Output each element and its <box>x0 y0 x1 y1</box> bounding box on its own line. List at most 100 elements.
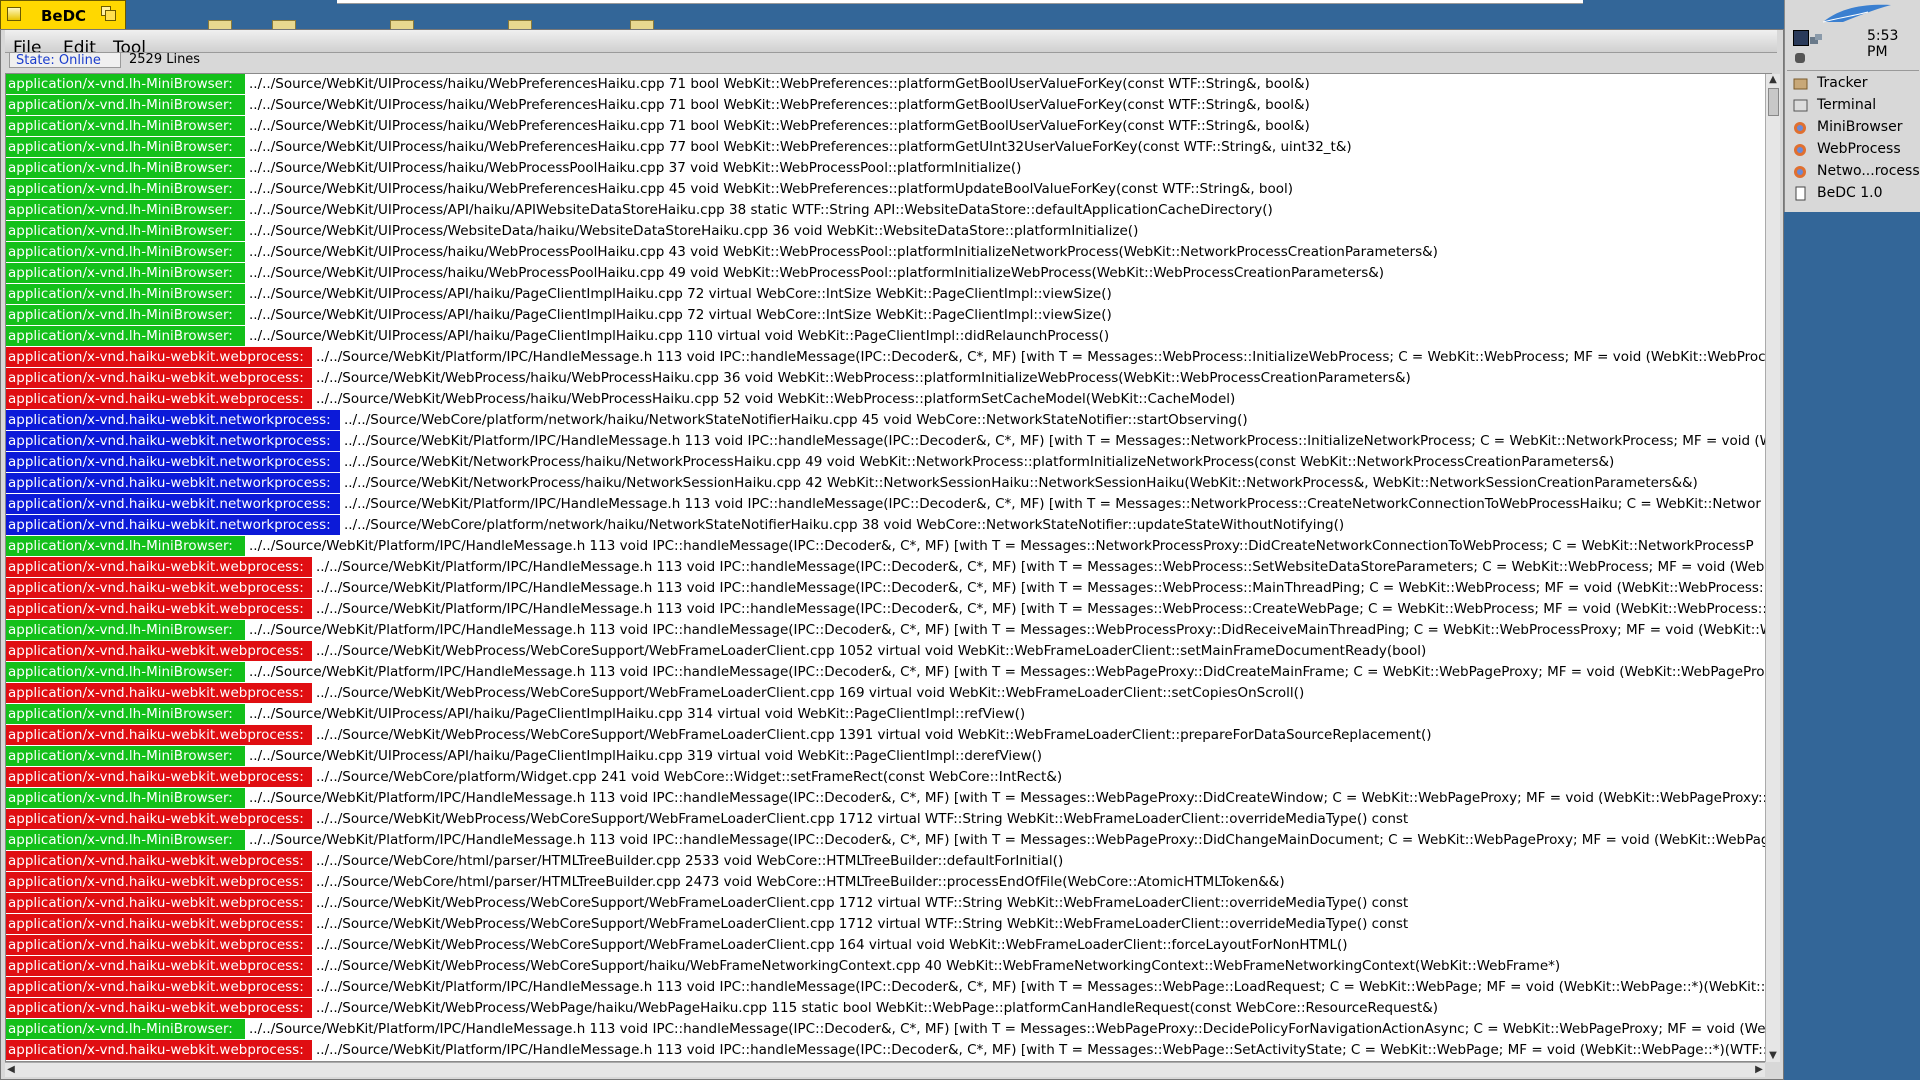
log-process-label: application/x-vnd.lh-MiniBrowser: <box>6 620 245 640</box>
menu-file[interactable]: File <box>13 38 41 52</box>
log-message: ../../Source/WebKit/WebProcess/WebPage/h… <box>316 1000 1439 1016</box>
log-row[interactable]: application/x-vnd.haiku-webkit.webproces… <box>6 578 1771 599</box>
log-row[interactable]: application/x-vnd.haiku-webkit.webproces… <box>6 368 1771 389</box>
deskbar-app-networkprocess[interactable]: Netwo...rocess <box>1787 161 1920 182</box>
app-icon <box>1793 142 1808 157</box>
log-message: ../../Source/WebKit/UIProcess/haiku/WebP… <box>249 181 1294 197</box>
app-icon <box>1793 164 1808 179</box>
app-icon <box>1793 120 1808 135</box>
log-row[interactable]: application/x-vnd.lh-MiniBrowser: ../../S… <box>6 284 1771 305</box>
log-row[interactable]: application/x-vnd.lh-MiniBrowser: ../../S… <box>6 200 1771 221</box>
scroll-up-icon[interactable]: ▲ <box>1767 74 1779 86</box>
log-process-label: application/x-vnd.lh-MiniBrowser: <box>6 662 245 682</box>
log-row[interactable]: application/x-vnd.haiku-webkit.webproces… <box>6 683 1771 704</box>
log-row[interactable]: application/x-vnd.lh-MiniBrowser: ../../S… <box>6 326 1771 347</box>
log-row[interactable]: application/x-vnd.haiku-webkit.webproces… <box>6 347 1771 368</box>
log-row[interactable]: application/x-vnd.lh-MiniBrowser: ../../S… <box>6 221 1771 242</box>
log-message: ../../Source/WebKit/WebProcess/WebCoreSu… <box>316 895 1409 911</box>
log-row[interactable]: application/x-vnd.lh-MiniBrowser: ../../S… <box>6 620 1771 641</box>
network-icon[interactable] <box>1809 32 1823 46</box>
scroll-right-icon[interactable]: ▶ <box>1753 1063 1765 1077</box>
log-row[interactable]: application/x-vnd.haiku-webkit.webproces… <box>6 935 1771 956</box>
log-process-label: application/x-vnd.lh-MiniBrowser: <box>6 200 245 220</box>
log-row[interactable]: application/x-vnd.haiku-webkit.webproces… <box>6 851 1771 872</box>
log-row[interactable]: application/x-vnd.lh-MiniBrowser: ../../S… <box>6 158 1771 179</box>
log-message: ../../Source/WebKit/Platform/IPC/HandleM… <box>316 979 1771 995</box>
log-row[interactable]: application/x-vnd.haiku-webkit.webproces… <box>6 893 1771 914</box>
log-row[interactable]: application/x-vnd.haiku-webkit.webproces… <box>6 557 1771 578</box>
deskbar: 5:53 PM Tracker Terminal MiniBrowser Web… <box>1784 0 1920 212</box>
log-message: ../../Source/WebKit/UIProcess/API/haiku/… <box>249 202 1273 218</box>
log-row[interactable]: application/x-vnd.lh-MiniBrowser: ../../S… <box>6 74 1771 95</box>
log-view[interactable]: application/x-vnd.lh-MiniBrowser: ../../S… <box>5 73 1772 1062</box>
log-process-label: application/x-vnd.haiku-webkit.webproces… <box>6 893 312 913</box>
log-row[interactable]: application/x-vnd.haiku-webkit.webproces… <box>6 389 1771 410</box>
log-row[interactable]: application/x-vnd.haiku-webkit.webproces… <box>6 599 1771 620</box>
log-process-label: application/x-vnd.haiku-webkit.networkpr… <box>6 431 340 451</box>
log-row[interactable]: application/x-vnd.haiku-webkit.webproces… <box>6 977 1771 998</box>
log-row[interactable]: application/x-vnd.haiku-webkit.webproces… <box>6 641 1771 662</box>
log-process-label: application/x-vnd.haiku-webkit.webproces… <box>6 725 312 745</box>
log-row[interactable]: application/x-vnd.haiku-webkit.webproces… <box>6 998 1771 1019</box>
log-process-label: application/x-vnd.lh-MiniBrowser: <box>6 221 245 241</box>
log-row[interactable]: application/x-vnd.lh-MiniBrowser: ../../S… <box>6 137 1771 158</box>
log-row[interactable]: application/x-vnd.haiku-webkit.networkpr… <box>6 452 1771 473</box>
log-row[interactable]: application/x-vnd.lh-MiniBrowser: ../../S… <box>6 746 1771 767</box>
log-row[interactable]: application/x-vnd.haiku-webkit.webproces… <box>6 956 1771 977</box>
close-icon[interactable] <box>7 7 21 21</box>
workspace-icon[interactable] <box>1793 30 1809 46</box>
log-message: ../../Source/WebKit/UIProcess/API/haiku/… <box>249 706 1026 722</box>
volume-icon[interactable] <box>1793 50 1807 64</box>
deskbar-app-minibrowser[interactable]: MiniBrowser <box>1787 117 1919 138</box>
menu-edit[interactable]: Edit <box>63 38 96 52</box>
log-process-label: application/x-vnd.haiku-webkit.webproces… <box>6 389 312 409</box>
log-row[interactable]: application/x-vnd.haiku-webkit.webproces… <box>6 872 1771 893</box>
window-tab[interactable]: BeDC <box>0 0 126 29</box>
vertical-scrollbar[interactable]: ▲ ▼ <box>1765 74 1780 1062</box>
log-row[interactable]: application/x-vnd.lh-MiniBrowser: ../../S… <box>6 179 1771 200</box>
log-row[interactable]: application/x-vnd.lh-MiniBrowser: ../../S… <box>6 704 1771 725</box>
log-process-label: application/x-vnd.lh-MiniBrowser: <box>6 1019 245 1039</box>
horizontal-scrollbar[interactable]: ◀ ▶ <box>5 1062 1765 1077</box>
leaf-logo-icon[interactable] <box>1813 2 1893 26</box>
log-process-label: application/x-vnd.lh-MiniBrowser: <box>6 830 245 850</box>
log-process-label: application/x-vnd.haiku-webkit.webproces… <box>6 1040 312 1060</box>
log-row[interactable]: application/x-vnd.haiku-webkit.networkpr… <box>6 515 1771 536</box>
deskbar-app-tracker[interactable]: Tracker <box>1787 73 1919 94</box>
background-window-edge <box>337 0 1583 4</box>
log-row[interactable]: application/x-vnd.lh-MiniBrowser: ../../S… <box>6 830 1771 851</box>
zoom-icon[interactable] <box>101 6 116 21</box>
log-row[interactable]: application/x-vnd.lh-MiniBrowser: ../../S… <box>6 305 1771 326</box>
log-message: ../../Source/WebCore/platform/network/ha… <box>344 412 1248 428</box>
deskbar-app-terminal[interactable]: Terminal <box>1787 95 1919 116</box>
log-process-label: application/x-vnd.lh-MiniBrowser: <box>6 305 245 325</box>
log-row[interactable]: application/x-vnd.lh-MiniBrowser: ../../S… <box>6 788 1771 809</box>
clock[interactable]: 5:53 PM <box>1867 28 1919 60</box>
log-row[interactable]: application/x-vnd.haiku-webkit.webproces… <box>6 767 1771 788</box>
deskbar-app-bedc[interactable]: BeDC 1.0 <box>1787 183 1919 204</box>
log-message: ../../Source/WebKit/NetworkProcess/haiku… <box>344 454 1615 470</box>
log-row[interactable]: application/x-vnd.haiku-webkit.networkpr… <box>6 473 1771 494</box>
log-row[interactable]: application/x-vnd.lh-MiniBrowser: ../../S… <box>6 116 1771 137</box>
log-row[interactable]: application/x-vnd.lh-MiniBrowser: ../../S… <box>6 95 1771 116</box>
menu-tool[interactable]: Tool <box>113 38 146 52</box>
log-row[interactable]: application/x-vnd.haiku-webkit.networkpr… <box>6 431 1771 452</box>
log-row[interactable]: application/x-vnd.haiku-webkit.webproces… <box>6 914 1771 935</box>
log-row[interactable]: application/x-vnd.haiku-webkit.networkpr… <box>6 494 1771 515</box>
log-row[interactable]: application/x-vnd.lh-MiniBrowser: ../../S… <box>6 242 1771 263</box>
log-row[interactable]: application/x-vnd.haiku-webkit.networkpr… <box>6 410 1771 431</box>
log-row[interactable]: application/x-vnd.lh-MiniBrowser: ../../S… <box>6 536 1771 557</box>
log-row[interactable]: application/x-vnd.lh-MiniBrowser: ../../S… <box>6 263 1771 284</box>
log-row[interactable]: application/x-vnd.haiku-webkit.webproces… <box>6 1040 1771 1061</box>
scroll-down-icon[interactable]: ▼ <box>1767 1050 1779 1062</box>
scroll-left-icon[interactable]: ◀ <box>5 1063 17 1077</box>
log-message: ../../Source/WebKit/WebProcess/WebCoreSu… <box>316 916 1409 932</box>
bedc-window: File Edit Tool State: Online 2529 Lines … <box>0 29 1784 1080</box>
log-message: ../../Source/WebKit/Platform/IPC/HandleM… <box>316 559 1771 575</box>
log-row[interactable]: application/x-vnd.haiku-webkit.webproces… <box>6 809 1771 830</box>
deskbar-app-webprocess[interactable]: WebProcess <box>1787 139 1919 160</box>
log-row[interactable]: application/x-vnd.lh-MiniBrowser: ../../S… <box>6 662 1771 683</box>
scroll-thumb[interactable] <box>1768 88 1779 116</box>
log-row[interactable]: application/x-vnd.haiku-webkit.webproces… <box>6 725 1771 746</box>
log-row[interactable]: application/x-vnd.lh-MiniBrowser: ../../S… <box>6 1019 1771 1040</box>
